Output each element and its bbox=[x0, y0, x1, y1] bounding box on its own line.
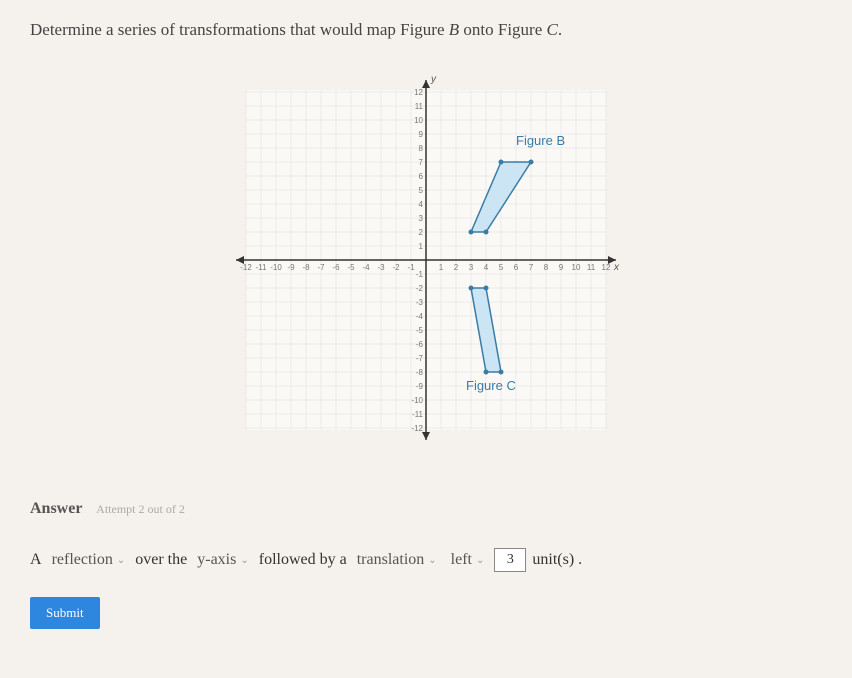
y-axis-label: y bbox=[430, 74, 437, 85]
svg-text:8: 8 bbox=[544, 263, 549, 272]
svg-text:-12: -12 bbox=[240, 263, 252, 272]
svg-text:-10: -10 bbox=[411, 396, 423, 405]
chevron-down-icon: ⌄ bbox=[476, 555, 484, 566]
figure-b-label: Figure B bbox=[516, 133, 565, 148]
question-text: Determine a series of transformations th… bbox=[30, 20, 822, 40]
chevron-down-icon: ⌄ bbox=[428, 555, 436, 566]
units-input[interactable]: 3 bbox=[494, 548, 526, 572]
svg-text:-5: -5 bbox=[416, 326, 424, 335]
submit-button[interactable]: Submit bbox=[30, 597, 100, 629]
svg-text:-1: -1 bbox=[416, 270, 424, 279]
svg-text:-7: -7 bbox=[416, 354, 424, 363]
answer-a: A bbox=[30, 551, 42, 569]
svg-text:8: 8 bbox=[419, 144, 424, 153]
answer-line: A reflection ⌄ over the y-axis ⌄ followe… bbox=[30, 548, 822, 572]
svg-text:6: 6 bbox=[514, 263, 519, 272]
svg-text:1: 1 bbox=[439, 263, 444, 272]
svg-text:11: 11 bbox=[587, 263, 596, 272]
svg-text:5: 5 bbox=[499, 263, 504, 272]
units-label: unit(s) . bbox=[532, 551, 582, 569]
svg-text:7: 7 bbox=[419, 158, 424, 167]
followed-by-text: followed by a bbox=[259, 551, 347, 569]
svg-text:12: 12 bbox=[414, 88, 423, 97]
axis-dropdown[interactable]: y-axis ⌄ bbox=[193, 549, 253, 571]
svg-text:-2: -2 bbox=[416, 284, 424, 293]
attempt-text: Attempt 2 out of 2 bbox=[96, 502, 185, 516]
svg-text:7: 7 bbox=[529, 263, 534, 272]
svg-text:-5: -5 bbox=[347, 263, 355, 272]
svg-text:3: 3 bbox=[469, 263, 474, 272]
direction-dropdown[interactable]: left ⌄ bbox=[447, 549, 489, 571]
answer-section: Answer Attempt 2 out of 2 A reflection ⌄… bbox=[30, 500, 822, 629]
transformation-dropdown-2[interactable]: translation ⌄ bbox=[353, 549, 441, 571]
svg-text:1: 1 bbox=[419, 242, 424, 251]
transformation-dropdown-1[interactable]: reflection ⌄ bbox=[48, 549, 130, 571]
svg-text:-4: -4 bbox=[362, 263, 370, 272]
svg-text:11: 11 bbox=[415, 102, 424, 111]
svg-text:10: 10 bbox=[414, 116, 423, 125]
chevron-down-icon: ⌄ bbox=[240, 555, 248, 566]
svg-text:-6: -6 bbox=[332, 263, 340, 272]
svg-text:3: 3 bbox=[419, 214, 424, 223]
svg-text:-12: -12 bbox=[411, 424, 423, 433]
svg-text:9: 9 bbox=[419, 130, 424, 139]
svg-text:-11: -11 bbox=[412, 410, 424, 419]
figure-c-label: Figure C bbox=[466, 378, 516, 393]
svg-text:-1: -1 bbox=[407, 263, 415, 272]
svg-text:-3: -3 bbox=[377, 263, 385, 272]
svg-text:-8: -8 bbox=[416, 368, 424, 377]
svg-text:-10: -10 bbox=[270, 263, 282, 272]
svg-text:6: 6 bbox=[419, 172, 424, 181]
svg-text:-4: -4 bbox=[416, 312, 424, 321]
chevron-down-icon: ⌄ bbox=[117, 555, 125, 566]
svg-text:-9: -9 bbox=[287, 263, 295, 272]
svg-text:-7: -7 bbox=[317, 263, 325, 272]
svg-text:4: 4 bbox=[484, 263, 489, 272]
svg-text:2: 2 bbox=[454, 263, 459, 272]
svg-text:-9: -9 bbox=[416, 382, 424, 391]
svg-text:5: 5 bbox=[419, 186, 424, 195]
over-the-text: over the bbox=[135, 551, 187, 569]
svg-text:-8: -8 bbox=[302, 263, 310, 272]
graph-container: y x 123456789101112 -1-2-3-4-5-6-7-8-9-1… bbox=[30, 70, 822, 450]
svg-text:2: 2 bbox=[419, 228, 424, 237]
svg-text:-6: -6 bbox=[416, 340, 424, 349]
coordinate-graph: y x 123456789101112 -1-2-3-4-5-6-7-8-9-1… bbox=[216, 70, 636, 450]
svg-text:10: 10 bbox=[572, 263, 581, 272]
answer-label: Answer Attempt 2 out of 2 bbox=[30, 500, 185, 517]
svg-text:-2: -2 bbox=[392, 263, 400, 272]
x-axis-label: x bbox=[613, 262, 620, 273]
svg-text:-11: -11 bbox=[256, 263, 268, 272]
svg-text:9: 9 bbox=[559, 263, 564, 272]
svg-text:4: 4 bbox=[419, 200, 424, 209]
svg-text:-3: -3 bbox=[416, 298, 424, 307]
svg-text:12: 12 bbox=[602, 263, 611, 272]
